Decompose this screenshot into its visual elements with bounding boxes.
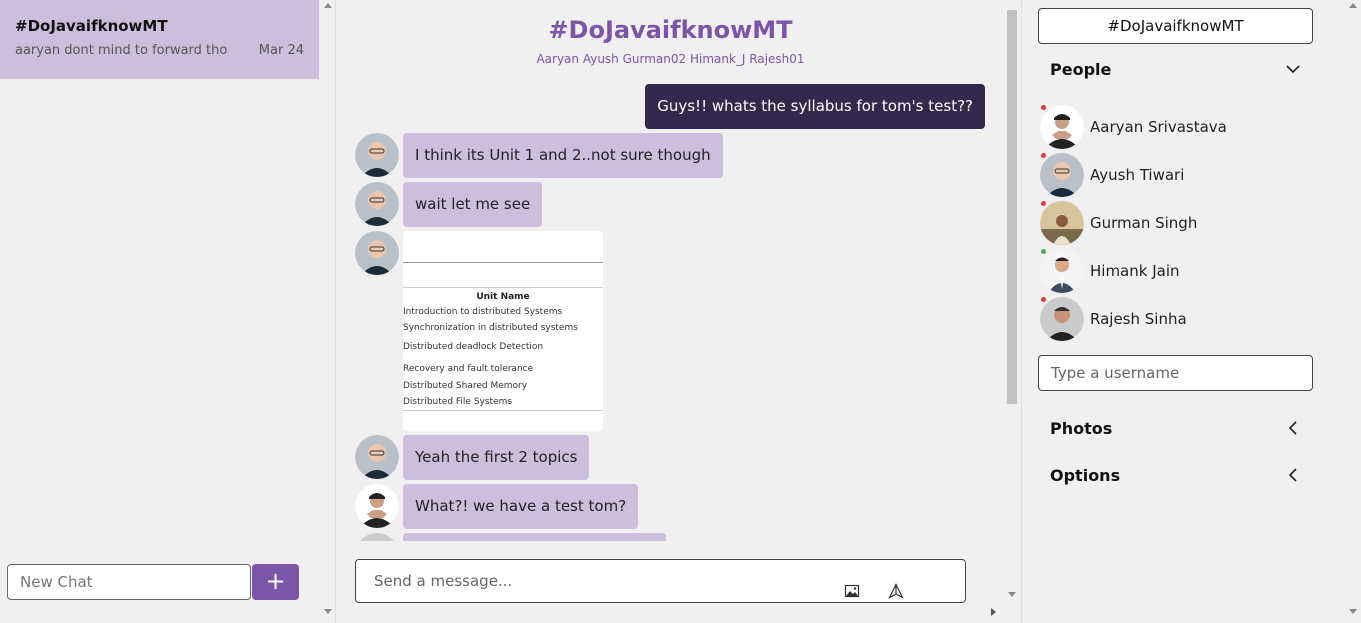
feed-scrollbar[interactable] (1004, 0, 1020, 623)
sender-avatar (355, 182, 399, 226)
room-members: Aaryan Ayush Gurman02 Himank_J Rajesh01 (536, 52, 805, 66)
status-dot (1041, 105, 1046, 110)
incoming-message: wait let me see (403, 182, 543, 227)
person-name: Aaryan Srivastava (1090, 118, 1227, 136)
message-list: Guys!! whats the syllabus for tom's test… (337, 80, 1004, 541)
scroll-up-arrow-icon[interactable] (324, 3, 332, 8)
send-icon[interactable] (888, 573, 906, 599)
add-chat-button[interactable]: + (252, 564, 299, 600)
status-dot (1041, 153, 1046, 158)
details-scrollbar[interactable] (1345, 0, 1361, 623)
person-name: Himank Jain (1090, 262, 1180, 280)
outgoing-message: Guys!! whats the syllabus for tom's test… (645, 84, 985, 129)
image-table-row: Introduction to distributed Systems (403, 307, 563, 317)
username-input-placeholder: Type a username (1051, 364, 1180, 382)
chat-list-panel: #DoJavaifknowMT aaryan dont mind to forw… (0, 0, 320, 623)
sender-avatar (355, 533, 399, 541)
chat-title: #DoJavaifknowMT (15, 17, 168, 35)
avatar (1040, 249, 1084, 293)
person-name: Ayush Tiwari (1090, 166, 1185, 184)
avatar (1040, 297, 1084, 341)
image-table-row: Distributed Shared Memory (403, 381, 528, 391)
incoming-message: I think its Unit 1 and 2..not sure thoug… (403, 133, 723, 178)
person-row[interactable]: Rajesh Sinha (1040, 297, 1300, 341)
image-table-header: Unit Name (476, 292, 530, 302)
photos-heading[interactable]: Photos (1050, 419, 1112, 438)
status-dot (1041, 249, 1046, 254)
scroll-up-arrow-icon[interactable] (1349, 3, 1357, 8)
message-input-placeholder: Send a message... (374, 572, 513, 590)
username-input[interactable]: Type a username (1038, 355, 1313, 391)
chevron-left-icon[interactable] (1286, 468, 1300, 482)
options-heading[interactable]: Options (1050, 466, 1120, 485)
image-table-row: Distributed File Systems (403, 397, 513, 407)
person-row[interactable]: Ayush Tiwari (1040, 153, 1300, 197)
person-row[interactable]: Himank Jain (1040, 249, 1300, 293)
people-heading[interactable]: People (1050, 60, 1111, 79)
avatar (1040, 153, 1084, 197)
person-name: Gurman Singh (1090, 214, 1198, 232)
scroll-down-arrow-icon[interactable] (1349, 609, 1357, 614)
sender-avatar (355, 435, 399, 479)
feed-scrollbar-thumb[interactable] (1007, 10, 1017, 404)
incoming-message: Yeah the first 2 topics (403, 435, 590, 480)
chat-date: Mar 24 (258, 43, 304, 58)
image-message[interactable]: Unit Name Introduction to distributed Sy… (403, 231, 603, 431)
image-table-row: Distributed deadlock Detection (403, 342, 544, 352)
avatar (1040, 201, 1084, 245)
sender-avatar (355, 133, 399, 177)
chat-preview: aaryan dont mind to forward tho (15, 43, 228, 58)
room-name-box: #DoJavaifknowMT (1038, 8, 1313, 44)
new-chat-input[interactable] (7, 564, 251, 600)
message-input[interactable]: Send a message... (355, 559, 966, 603)
status-dot (1041, 297, 1046, 302)
person-name: Rajesh Sinha (1090, 310, 1187, 328)
chevron-left-icon[interactable] (1286, 421, 1300, 435)
sender-avatar (355, 231, 399, 275)
incoming-message (403, 533, 666, 541)
scroll-down-arrow-icon[interactable] (1008, 592, 1016, 597)
status-dot (1041, 201, 1046, 206)
chevron-down-icon[interactable] (1286, 62, 1300, 76)
person-row[interactable]: Aaryan Srivastava (1040, 105, 1300, 149)
chat-list-item[interactable]: #DoJavaifknowMT aaryan dont mind to forw… (0, 0, 319, 79)
person-row[interactable]: Gurman Singh (1040, 201, 1300, 245)
chat-feed-panel: #DoJavaifknowMT Aaryan Ayush Gurman02 Hi… (337, 0, 1004, 623)
image-table-row: Recovery and fault tolerance (403, 364, 534, 374)
incoming-message: What?! we have a test tom? (403, 484, 639, 529)
avatar (1040, 105, 1084, 149)
scroll-right-arrow-icon[interactable] (991, 608, 996, 616)
chat-list-scrollbar[interactable] (320, 0, 336, 623)
room-title: #DoJavaifknowMT (548, 16, 793, 44)
image-table-row: Synchronization in distributed systems (403, 323, 578, 333)
scroll-down-arrow-icon[interactable] (324, 609, 332, 614)
image-icon[interactable] (844, 573, 862, 598)
sender-avatar (355, 484, 399, 528)
chat-details-panel: #DoJavaifknowMT People Aaryan Srivastava… (1021, 0, 1361, 623)
